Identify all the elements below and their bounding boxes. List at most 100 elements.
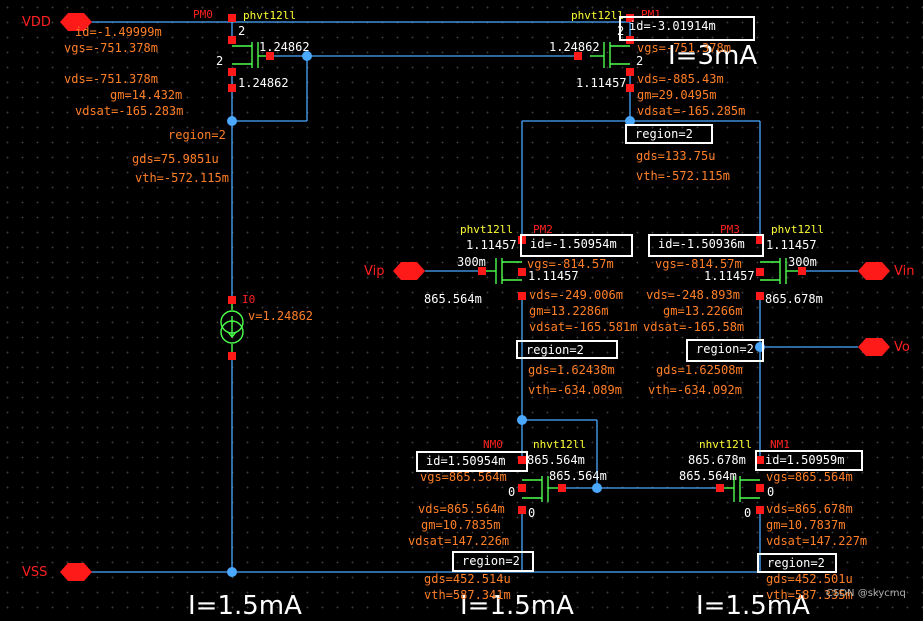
param-vgs: vgs=865.564m (420, 470, 507, 484)
param-vds: vds=-751.378m (64, 72, 158, 86)
device-model: nhvt12ll (533, 438, 586, 451)
param-vdsat: vdsat=-165.285m (637, 104, 746, 118)
pin-label: 2 (216, 54, 224, 68)
device-model: phvt12ll (571, 9, 624, 22)
node-voltage: 1.11457 (528, 269, 579, 283)
param-id: id=1.50959m (765, 453, 845, 467)
param-region: region=2 (526, 343, 584, 357)
param-region: region=2 (696, 342, 754, 356)
device-model: phvt12ll (460, 223, 513, 236)
node-voltage: 1.24862 (238, 76, 289, 90)
highlight-box-pm1-region: region=2 (625, 124, 713, 144)
param-vgs: vgs=-751.378m (637, 41, 731, 55)
vin-pin-icon (858, 262, 890, 280)
param-region: region=2 (462, 554, 520, 568)
vdd-pin[interactable]: VDD (22, 15, 51, 30)
param-gm: gm=14.432m (110, 88, 183, 102)
highlight-box-pm2-region: region=2 (516, 340, 618, 359)
node-voltage: 1.11457 (466, 238, 517, 252)
vss-pin-icon (60, 563, 92, 581)
pin-label: 2 (617, 24, 625, 38)
param-gds: gds=452.514u (424, 572, 511, 586)
param-vds: vds=-249.006m (529, 288, 623, 302)
param-vth: vth=587.341m (424, 588, 511, 602)
node-voltage: 865.564m (424, 292, 482, 306)
param-vgs: vgs=865.564m (766, 470, 853, 484)
vip-pin-icon (393, 262, 425, 280)
param-region: region=2 (767, 556, 825, 570)
vin-pin[interactable]: Vin (894, 264, 914, 279)
node-voltage: 1.11457 (766, 238, 817, 252)
param-vth: vth=-572.115m (135, 171, 229, 185)
param-vgs: vgs=-751.378m (64, 41, 158, 55)
highlight-box-nm1-id: id=1.50959m (755, 450, 863, 471)
highlight-box-pm2-id: id=-1.50954m (520, 234, 633, 257)
vss-pin[interactable]: VSS (22, 565, 47, 580)
highlight-box-pm1-id: id=-3.01914m (619, 16, 755, 41)
param-vdsat: vdsat=-165.283m (75, 104, 184, 118)
node-voltage: 300m (788, 255, 817, 269)
param-id: id=-1.49999m (75, 25, 162, 39)
device-name: PM0 (193, 8, 213, 21)
param-vdsat: vdsat=147.226m (408, 534, 510, 548)
current-label-bottom-left: I=1.5mA (188, 591, 302, 621)
node-voltage: 1.24862 (549, 40, 600, 54)
node-voltage: 1.24862 (259, 40, 310, 54)
device-name: NM0 (483, 438, 503, 451)
highlight-box-pm3-id: id=-1.50936m (648, 234, 764, 257)
pin-label: 0 (528, 506, 536, 520)
param-vth: vth=-572.115m (636, 169, 730, 183)
pin-label: 0 (744, 506, 752, 520)
param-vds: vds=865.564m (418, 502, 505, 516)
param-gds: gds=1.62438m (528, 363, 615, 377)
param-gm: gm=13.2266m (663, 304, 743, 318)
pin-label: 2 (636, 54, 644, 68)
param-gm: gm=29.0495m (637, 88, 717, 102)
vip-pin[interactable]: Vip (364, 264, 384, 279)
param-id: id=1.50954m (426, 454, 506, 468)
device-name: I0 (242, 293, 256, 306)
param-id: id=-1.50954m (530, 237, 617, 251)
param-id: id=-3.01914m (629, 19, 716, 33)
highlight-box-pm3-region: region=2 (686, 339, 764, 362)
param-gds: gds=1.62508m (656, 363, 743, 377)
param-vds: vds=865.678m (766, 502, 853, 516)
node-voltage: 865.564m (527, 453, 585, 467)
node-voltage: 865.564m (549, 469, 607, 483)
highlight-box-nm0-region: region=2 (452, 551, 534, 572)
param-gm: gm=10.7837m (766, 518, 846, 532)
pin-label: 0 (767, 485, 775, 499)
node-voltage: 300m (457, 255, 486, 269)
vo-pin[interactable]: Vo (894, 340, 910, 355)
param-vdsat: vdsat=-165.58m (643, 320, 745, 334)
param-vth: vth=-634.089m (528, 383, 622, 397)
vo-pin-icon (858, 338, 890, 356)
device-model: phvt12ll (243, 9, 296, 22)
param-gds: gds=133.75u (636, 149, 716, 163)
param-vth: vth=-634.092m (648, 383, 742, 397)
param-vds: vds=-885.43m (637, 72, 724, 86)
node-voltage: 1.11457 (704, 269, 755, 283)
device-model: nhvt12ll (699, 438, 752, 451)
param-gm: gm=10.7835m (421, 518, 501, 532)
highlight-box-nm0-id: id=1.50954m (416, 451, 528, 472)
param-region: region=2 (635, 127, 693, 141)
param-vds: vds=-248.893m (646, 288, 740, 302)
param-vdsat: vdsat=-165.581m (529, 320, 638, 334)
device-model: phvt12ll (771, 223, 824, 236)
param-gds: gds=75.9851u (132, 152, 219, 166)
highlight-box-nm1-region: region=2 (757, 553, 837, 573)
param-gds: gds=452.501u (766, 572, 853, 586)
param-gm: gm=13.2286m (529, 304, 609, 318)
param-id: id=-1.50936m (658, 237, 745, 251)
pin-label: 2 (238, 24, 246, 38)
param-v: v=1.24862 (248, 309, 314, 323)
node-voltage: 1.11457 (576, 76, 627, 90)
node-voltage: 865.678m (765, 292, 823, 306)
param-vdsat: vdsat=147.227m (766, 534, 868, 548)
node-voltage: 865.564m (679, 469, 737, 483)
watermark: CSDN @skycmq (826, 588, 906, 599)
pin-label: 0 (508, 485, 516, 499)
param-region: region=2 (168, 128, 226, 142)
node-voltage: 865.678m (688, 453, 746, 467)
